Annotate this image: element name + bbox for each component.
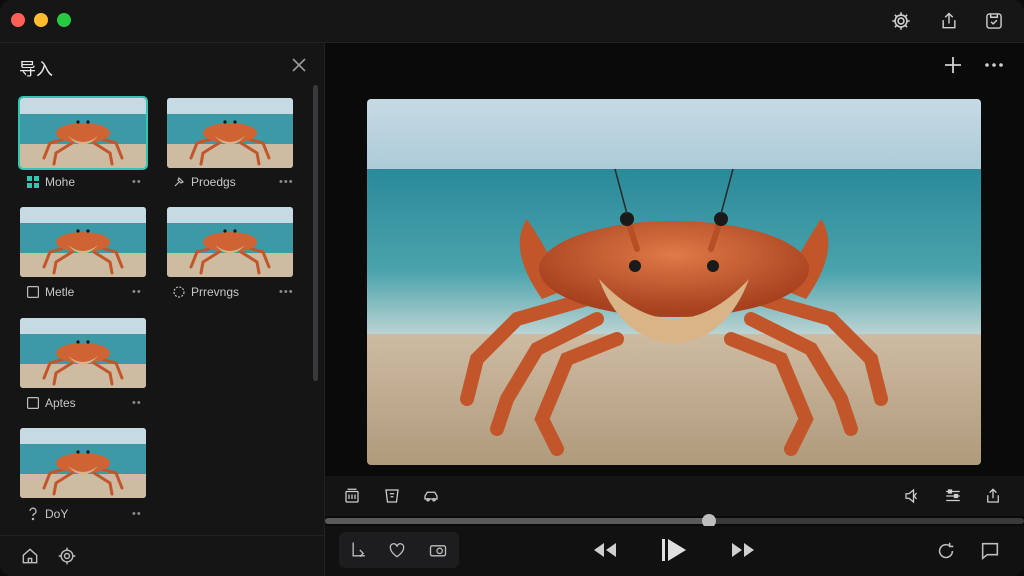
panel-title: 导入 [19, 60, 53, 79]
thumbnail-more-button[interactable]: ••• [279, 176, 294, 188]
checkbox-icon [27, 397, 39, 409]
thumbnail-label: Proedgs [191, 175, 236, 189]
refresh-icon[interactable] [935, 540, 957, 562]
thumbnail-label: Mohe [45, 175, 76, 189]
heart-icon[interactable] [387, 540, 407, 560]
gear-icon[interactable] [57, 546, 77, 566]
playback-bar [325, 526, 1024, 576]
action-group [339, 532, 459, 568]
question-icon [27, 507, 39, 521]
camera-icon[interactable] [427, 540, 449, 560]
edit-toolbar [325, 476, 1024, 516]
adjust-icon[interactable] [943, 487, 963, 505]
media-thumbnail[interactable] [20, 318, 146, 388]
export-button[interactable] [982, 9, 1006, 33]
media-thumbnail[interactable] [167, 207, 293, 277]
title-bar [0, 0, 1024, 43]
timeline-scrubber[interactable] [325, 514, 1024, 528]
close-window-button[interactable] [11, 13, 25, 27]
media-thumbnail[interactable] [18, 96, 148, 170]
media-preview[interactable] [367, 99, 981, 465]
save-icon [986, 13, 1002, 29]
app-window: 导入 Mohe •• Proedgs ••• Metle •• Prrevngs ••• Apt… [0, 0, 1024, 576]
thumbnail-more-button[interactable]: •• [132, 508, 142, 520]
thumbnail-label-row: Prrevngs [173, 285, 239, 299]
share-icon [942, 12, 956, 29]
thumbnail-label-row: Proedgs [173, 175, 236, 189]
thumbnail-label: Aptes [45, 396, 76, 410]
rewind-icon[interactable] [592, 540, 618, 560]
volume-icon[interactable] [903, 487, 921, 505]
thumbnail-label: DoY [45, 507, 69, 521]
pin-icon [173, 176, 185, 188]
comment-icon[interactable] [979, 540, 1001, 562]
share-icon[interactable] [984, 487, 1002, 505]
more-icon[interactable] [983, 55, 1005, 75]
sidebar-scrollbar[interactable] [313, 85, 318, 381]
thumbnail-label: Metle [45, 285, 75, 299]
crab-image [367, 99, 981, 465]
plus-icon[interactable] [943, 55, 963, 75]
timeline-played [325, 518, 709, 524]
fast-forward-icon[interactable] [730, 540, 756, 560]
minimize-window-button[interactable] [34, 13, 48, 27]
play-icon[interactable] [660, 537, 688, 563]
share-button[interactable] [937, 9, 961, 33]
media-thumbnail[interactable] [167, 98, 293, 168]
media-thumbnail[interactable] [20, 428, 146, 498]
thumbnail-label: Prrevngs [191, 285, 240, 299]
trim-icon[interactable] [349, 540, 369, 560]
maximize-window-button[interactable] [57, 13, 71, 27]
grid-icon [27, 176, 39, 188]
filter-icon[interactable] [343, 487, 361, 505]
import-panel: 导入 Mohe •• Proedgs ••• Metle •• Prrevngs ••• Apt… [0, 43, 325, 576]
settings-button[interactable] [889, 9, 913, 33]
thumbnail-more-button[interactable]: •• [132, 397, 142, 409]
badge-icon [173, 286, 185, 298]
checkbox-icon [27, 286, 39, 298]
thumbnail-more-button[interactable]: •• [132, 176, 142, 188]
close-icon[interactable] [290, 56, 308, 74]
media-thumbnail[interactable] [20, 207, 146, 277]
crop-icon[interactable] [383, 487, 401, 505]
thumbnail-label-row: Mohe [27, 175, 75, 189]
thumbnail-more-button[interactable]: •• [132, 286, 142, 298]
thumbnail-label-row: DoY [27, 507, 68, 521]
thumbnail-label-row: Aptes [27, 396, 76, 410]
home-icon[interactable] [20, 546, 40, 566]
thumbnail-more-button[interactable]: ••• [279, 286, 294, 298]
preview-area [325, 43, 1024, 576]
thumbnail-label-row: Metle [27, 285, 74, 299]
gear-icon [892, 12, 910, 30]
car-icon[interactable] [422, 487, 440, 505]
sidebar-footer [0, 535, 324, 576]
